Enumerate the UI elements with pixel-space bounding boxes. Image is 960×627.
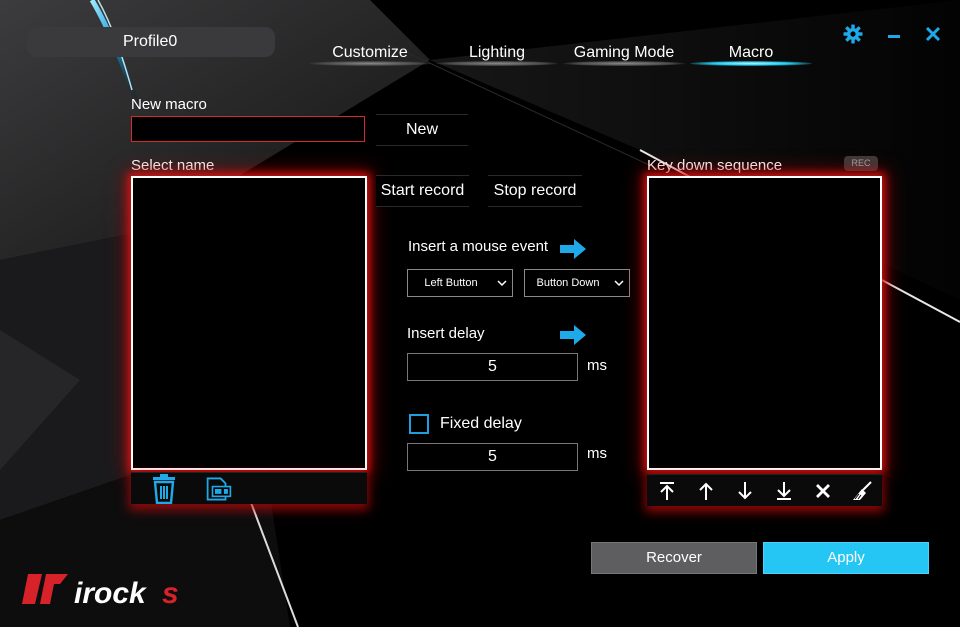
- arrow-right-icon: [560, 325, 586, 345]
- tab-customize[interactable]: Customize: [305, 44, 435, 62]
- fixed-delay-unit: ms: [587, 445, 607, 462]
- arrow-to-bottom-icon: [777, 482, 791, 500]
- recover-button[interactable]: Recover: [591, 542, 757, 574]
- file-export-icon: [206, 477, 232, 501]
- mouse-button-select-value: Left Button: [424, 277, 478, 289]
- mouse-action-select-value: Button Down: [536, 277, 600, 289]
- new-button[interactable]: New: [376, 114, 468, 146]
- new-macro-label: New macro: [131, 96, 207, 113]
- insert-mouse-event-label: Insert a mouse event: [408, 238, 549, 255]
- arrow-to-top-icon: [660, 482, 674, 500]
- move-to-top-button[interactable]: [654, 478, 680, 504]
- delay-unit: ms: [587, 357, 607, 374]
- select-name-label: Select name: [131, 157, 215, 174]
- mouse-button-select[interactable]: Left Button: [407, 269, 513, 297]
- tab-customize-underline: [309, 61, 431, 66]
- svg-text:irock: irock: [74, 577, 147, 606]
- tab-gaming-mode-underline: [563, 61, 685, 66]
- gear-icon: [843, 24, 863, 44]
- tab-macro-underline: [690, 61, 812, 66]
- profile-name[interactable]: Profile0: [123, 33, 177, 51]
- key-down-sequence-label: Key down sequence: [647, 157, 783, 174]
- move-to-bottom-button[interactable]: [771, 478, 797, 504]
- svg-text:s: s: [162, 577, 179, 606]
- sequence-toolbar: [647, 474, 882, 506]
- tab-macro[interactable]: Macro: [686, 44, 816, 62]
- broom-icon: [853, 481, 872, 500]
- minimize-button[interactable]: [883, 24, 905, 46]
- insert-delay-label: Insert delay: [407, 325, 485, 342]
- delay-input[interactable]: 5: [407, 353, 578, 381]
- insert-delay-button[interactable]: [559, 324, 587, 351]
- macro-list-toolbar: [131, 472, 367, 504]
- start-record-button[interactable]: Start record: [376, 175, 469, 207]
- delete-macro-button[interactable]: [151, 474, 177, 504]
- trash-icon: [153, 474, 175, 504]
- rec-badge: REC: [844, 156, 878, 171]
- fixed-delay-input[interactable]: 5: [407, 443, 578, 471]
- tab-lighting[interactable]: Lighting: [432, 44, 562, 62]
- apply-button[interactable]: Apply: [763, 542, 929, 574]
- clear-sequence-button[interactable]: [849, 478, 875, 504]
- settings-button[interactable]: [842, 24, 864, 46]
- macro-name-list[interactable]: [131, 176, 367, 470]
- arrow-right-icon: [560, 239, 586, 259]
- minimize-icon: [888, 35, 900, 38]
- fixed-delay-checkbox[interactable]: [409, 414, 429, 434]
- chevron-down-icon: [497, 280, 507, 287]
- close-icon: [925, 26, 941, 42]
- mouse-action-select[interactable]: Button Down: [524, 269, 630, 297]
- arrow-up-icon: [699, 482, 713, 500]
- insert-mouse-event-button[interactable]: [559, 238, 587, 265]
- chevron-down-icon: [614, 280, 624, 287]
- tab-lighting-underline: [436, 61, 558, 66]
- key-sequence-list[interactable]: [647, 176, 882, 470]
- tab-gaming-mode[interactable]: Gaming Mode: [559, 44, 689, 62]
- move-up-button[interactable]: [693, 478, 719, 504]
- close-button[interactable]: [922, 24, 944, 46]
- close-icon: [816, 484, 830, 498]
- stop-record-button[interactable]: Stop record: [488, 175, 582, 207]
- arrow-down-icon: [738, 482, 752, 500]
- move-down-button[interactable]: [732, 478, 758, 504]
- delete-step-button[interactable]: [810, 478, 836, 504]
- new-macro-input[interactable]: [131, 116, 365, 142]
- export-macro-button[interactable]: [206, 476, 232, 502]
- irocks-logo: irock s: [22, 572, 197, 611]
- fixed-delay-label: Fixed delay: [440, 415, 522, 432]
